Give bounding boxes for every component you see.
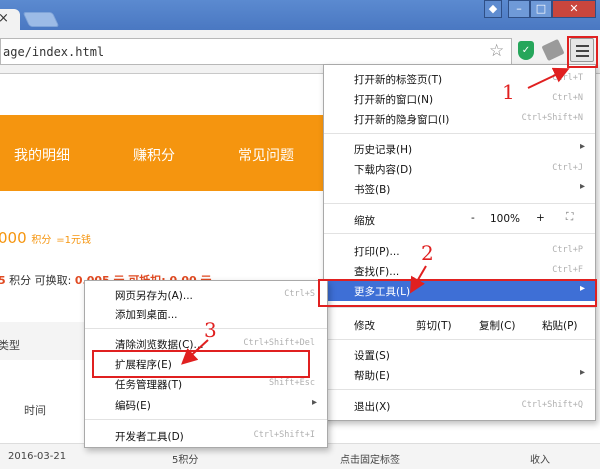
paste-button[interactable]: 粘贴(P) — [542, 318, 578, 333]
user-icon[interactable]: ◆ — [484, 0, 502, 18]
menu-item-bookmarks[interactable]: 书签(B) ▸ — [324, 179, 595, 199]
chevron-right-icon: ▸ — [579, 367, 585, 378]
row-type: 收入 — [530, 455, 550, 466]
edit-label: 修改 — [354, 320, 375, 332]
chevron-right-icon: ▸ — [579, 181, 585, 192]
points-rate: =1元钱 — [56, 235, 91, 246]
menu-item-exit[interactable]: 退出(X) Ctrl+Shift+Q — [324, 396, 595, 416]
points-unit: 积分 — [31, 235, 52, 246]
adblock-shield-icon[interactable]: ✓ — [518, 41, 534, 60]
menu-item-settings[interactable]: 设置(S) — [324, 345, 595, 365]
menu-item-new-window[interactable]: 打开新的窗口(N) Ctrl+N — [324, 89, 595, 109]
nav-item-faq[interactable]: 常见问题 — [238, 145, 294, 165]
menu-separator — [324, 339, 595, 340]
menu-item-incognito[interactable]: 打开新的隐身窗口(I) Ctrl+Shift+N — [324, 109, 595, 129]
maximize-button[interactable]: □ — [530, 0, 552, 18]
new-tab-button[interactable] — [22, 12, 60, 27]
bookmark-star-icon[interactable]: ☆ — [489, 41, 504, 61]
row-action: 点击固定标签 — [340, 455, 400, 466]
nav-bar: 我的明细 赚积分 常见问题 — [0, 115, 328, 191]
annotation-box-menu-button — [567, 36, 598, 68]
menu-separator — [85, 419, 327, 420]
menu-item-print[interactable]: 打印(P)... Ctrl+P — [324, 241, 595, 261]
menu-separator — [324, 389, 595, 390]
menu-separator — [324, 203, 595, 204]
menu-separator — [324, 307, 595, 308]
tab-close-icon[interactable]: × — [0, 11, 9, 26]
copy-button[interactable]: 复制(C) — [479, 318, 516, 333]
points-value: 000 — [0, 229, 27, 247]
menu-separator — [324, 133, 595, 134]
browser-tab[interactable]: × — [0, 9, 20, 30]
menu-item-find[interactable]: 查找(F)... Ctrl+F — [324, 261, 595, 281]
annotation-box-extensions — [92, 350, 310, 378]
time-column-header: 时间 — [24, 404, 46, 417]
zoom-label: 缩放 — [354, 215, 375, 227]
menu-separator — [324, 233, 595, 234]
extension-icon[interactable] — [541, 38, 565, 62]
minimize-button[interactable]: – — [508, 0, 530, 18]
zoom-in-button[interactable]: + — [536, 212, 545, 224]
fullscreen-icon[interactable]: ⛶ — [566, 211, 573, 224]
close-window-button[interactable]: ✕ — [552, 0, 596, 18]
chevron-right-icon: ▸ — [579, 141, 585, 152]
submenu-item-save-page[interactable]: 网页另存为(A)... Ctrl+S — [85, 285, 327, 305]
annotation-number-3: 3 — [204, 318, 217, 342]
nav-item-earn[interactable]: 赚积分 — [133, 145, 175, 165]
annotation-number-2: 2 — [421, 241, 434, 265]
nav-item-details[interactable]: 我的明细 — [14, 145, 70, 165]
url-text[interactable]: age/index.html — [3, 45, 104, 59]
menu-item-downloads[interactable]: 下载内容(D) Ctrl+J — [324, 159, 595, 179]
row-points: 5积分 — [172, 455, 199, 466]
menu-edit-row: 修改 剪切(T) 复制(C) 粘贴(P) — [324, 315, 595, 335]
menu-item-history[interactable]: 历史记录(H) ▸ — [324, 139, 595, 159]
points-summary: 000 积分 =1元钱 — [0, 229, 91, 247]
row-date: 2016-03-21 — [8, 451, 67, 462]
chrome-main-menu: 打开新的标签页(T) Ctrl+T 打开新的窗口(N) Ctrl+N 打开新的隐身窗… — [323, 64, 596, 421]
exchange-text: 积分 可换取: — [9, 274, 72, 287]
type-label: 类型 — [0, 339, 20, 352]
address-bar[interactable]: age/index.html ☆ — [0, 38, 512, 65]
annotation-box-more-tools — [318, 279, 597, 307]
annotation-number-1: 1 — [502, 80, 515, 104]
zoom-value: 100% — [490, 213, 521, 225]
title-bar: × ◆ – □ ✕ — [0, 0, 600, 30]
chevron-right-icon: ▸ — [311, 397, 317, 408]
zoom-out-button[interactable]: - — [471, 212, 475, 224]
cut-button[interactable]: 剪切(T) — [416, 318, 452, 333]
submenu-item-encoding[interactable]: 编码(E) ▸ — [85, 395, 327, 415]
menu-zoom-row: 缩放 - 100% + ⛶ — [324, 210, 595, 230]
menu-item-new-tab[interactable]: 打开新的标签页(T) Ctrl+T — [324, 69, 595, 89]
exchange-value: 5 — [0, 274, 6, 287]
submenu-item-devtools[interactable]: 开发者工具(D) Ctrl+Shift+I — [85, 426, 327, 446]
menu-item-help[interactable]: 帮助(E) ▸ — [324, 365, 595, 385]
